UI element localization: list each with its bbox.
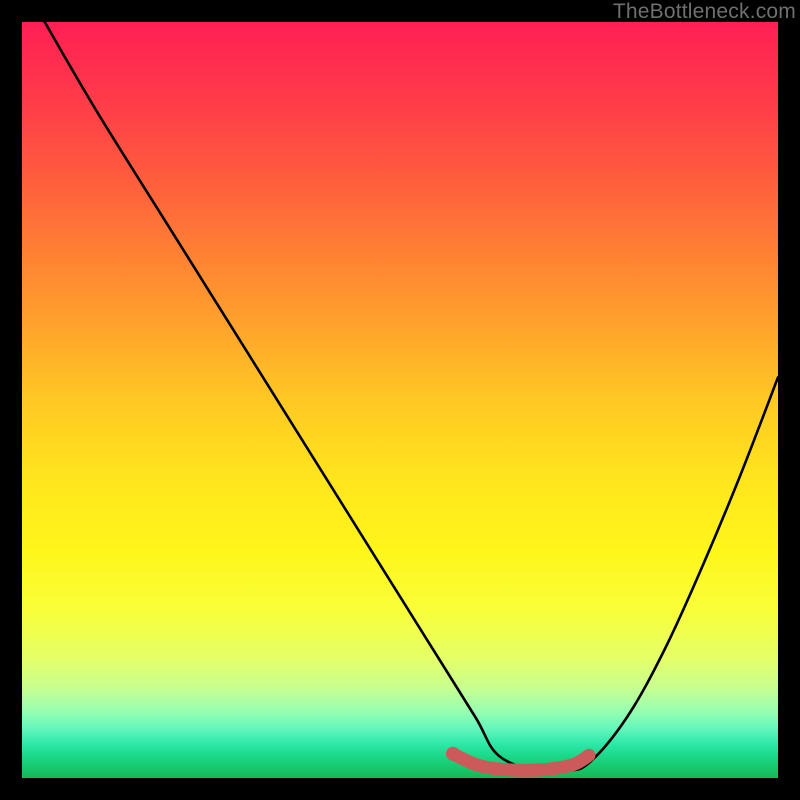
optimal-start-dot — [446, 747, 460, 761]
plot-area — [22, 22, 778, 778]
curve-layer — [22, 22, 778, 778]
watermark-text: TheBottleneck.com — [613, 0, 796, 24]
chart-stage: TheBottleneck.com — [0, 0, 800, 800]
optimal-band — [453, 754, 589, 771]
bottleneck-curve — [45, 22, 778, 772]
